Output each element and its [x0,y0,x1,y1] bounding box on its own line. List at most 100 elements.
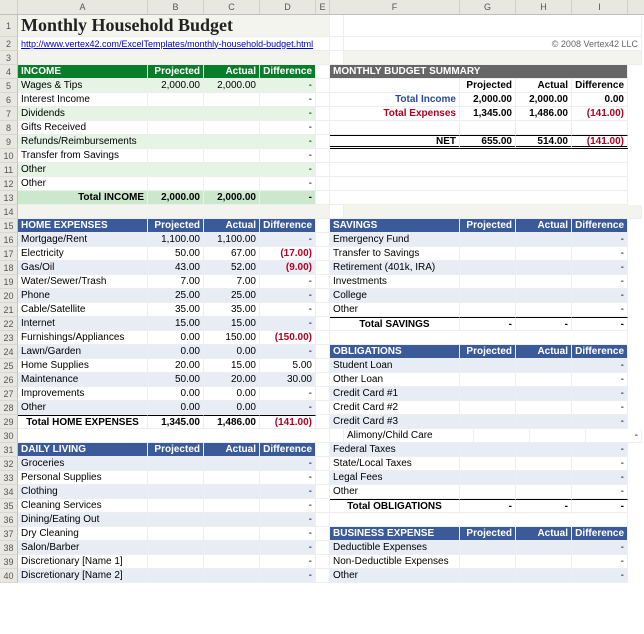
data-row-proj[interactable] [460,261,516,275]
data-row-act[interactable] [516,569,572,583]
data-row-label[interactable]: Discretionary [Name 1] [18,555,148,569]
data-row-proj[interactable] [460,233,516,247]
data-row-act[interactable] [204,485,260,499]
section-total-d[interactable]: (141.00) [260,415,316,429]
sum-net-a[interactable]: 514.00 [516,135,572,149]
data-row-label[interactable]: Other [330,569,460,583]
income-row-act[interactable]: 2,000.00 [204,79,260,93]
section-total-d[interactable]: - [572,317,628,331]
row-header[interactable]: 8 [0,121,18,135]
data-row-proj[interactable] [460,303,516,317]
row-header[interactable]: 13 [0,191,18,205]
data-row-act[interactable] [516,289,572,303]
data-row-proj[interactable]: 15.00 [148,317,204,331]
data-row-proj[interactable] [474,429,530,443]
income-row-diff[interactable]: - [260,121,316,135]
col-header-G[interactable]: G [460,0,516,14]
data-row-proj[interactable] [460,289,516,303]
data-row-label[interactable]: Clothing [18,485,148,499]
data-row-act[interactable]: 0.00 [204,387,260,401]
income-row-label[interactable]: Wages & Tips [18,79,148,93]
data-row-label[interactable]: Transfer to Savings [330,247,460,261]
data-row-act[interactable]: 15.00 [204,317,260,331]
data-row-diff[interactable]: - [572,387,628,401]
data-row-act[interactable]: 20.00 [204,373,260,387]
row-header[interactable]: 6 [0,93,18,107]
income-row-label[interactable]: Gifts Received [18,121,148,135]
income-row-act[interactable] [204,177,260,191]
row-header[interactable]: 3 [0,51,18,65]
data-row-proj[interactable] [460,457,516,471]
data-row-diff[interactable]: - [260,289,316,303]
data-row-proj[interactable] [148,527,204,541]
data-row-act[interactable] [516,387,572,401]
data-row-diff[interactable]: - [260,401,316,415]
income-row-diff[interactable]: - [260,135,316,149]
data-row-act[interactable]: 35.00 [204,303,260,317]
data-row-diff[interactable]: - [572,247,628,261]
income-row-proj[interactable] [148,121,204,135]
data-row-act[interactable]: 1,100.00 [204,233,260,247]
data-row-proj[interactable] [460,471,516,485]
data-row-act[interactable]: 150.00 [204,331,260,345]
data-row-proj[interactable] [460,443,516,457]
row-header[interactable]: 25 [0,359,18,373]
row-header[interactable]: 39 [0,555,18,569]
data-row-label[interactable]: Federal Taxes [330,443,460,457]
row-header[interactable]: 35 [0,499,18,513]
data-row-diff[interactable]: - [572,555,628,569]
row-header[interactable]: 26 [0,373,18,387]
data-row-proj[interactable] [460,415,516,429]
data-row-act[interactable] [204,527,260,541]
data-row-act[interactable] [516,443,572,457]
data-row-diff[interactable]: - [260,527,316,541]
data-row-proj[interactable]: 50.00 [148,373,204,387]
data-row-proj[interactable]: 35.00 [148,303,204,317]
data-row-label[interactable]: Personal Supplies [18,471,148,485]
data-row-diff[interactable]: (9.00) [260,261,316,275]
income-row-proj[interactable]: 2,000.00 [148,79,204,93]
income-row-label[interactable]: Other [18,163,148,177]
sum-exp-d[interactable]: (141.00) [572,107,628,121]
data-row-label[interactable]: Internet [18,317,148,331]
data-row-diff[interactable]: - [260,303,316,317]
row-header[interactable]: 14 [0,205,18,219]
data-row-label[interactable]: Lawn/Garden [18,345,148,359]
data-row-diff[interactable]: - [572,443,628,457]
sum-net-p[interactable]: 655.00 [460,135,516,149]
data-row-diff[interactable]: - [260,345,316,359]
data-row-act[interactable]: 0.00 [204,345,260,359]
row-header[interactable]: 10 [0,149,18,163]
row-header[interactable]: 17 [0,247,18,261]
data-row-label[interactable]: Discretionary [Name 2] [18,569,148,583]
data-row-act[interactable] [516,303,572,317]
row-header[interactable]: 22 [0,317,18,331]
row-header[interactable]: 21 [0,303,18,317]
data-row-proj[interactable] [460,555,516,569]
data-row-proj[interactable] [148,485,204,499]
section-total-d[interactable]: - [572,499,628,513]
data-row-label[interactable]: College [330,289,460,303]
row-header[interactable]: 20 [0,289,18,303]
income-row-diff[interactable]: - [260,149,316,163]
data-row-diff[interactable]: - [260,555,316,569]
data-row-label[interactable]: Deductible Expenses [330,541,460,555]
data-row-act[interactable] [516,541,572,555]
row-header[interactable]: 24 [0,345,18,359]
source-link[interactable]: http://www.vertex42.com/ExcelTemplates/m… [18,37,330,51]
data-row-label[interactable]: Investments [330,275,460,289]
income-total-p[interactable]: 2,000.00 [148,191,204,205]
data-row-diff[interactable]: - [572,373,628,387]
data-row-label[interactable]: State/Local Taxes [330,457,460,471]
data-row-label[interactable]: Dining/Eating Out [18,513,148,527]
data-row-act[interactable]: 67.00 [204,247,260,261]
section-total-p[interactable]: - [460,317,516,331]
data-row-diff[interactable]: - [260,457,316,471]
data-row-label[interactable]: Cleaning Services [18,499,148,513]
sum-exp-p[interactable]: 1,345.00 [460,107,516,121]
income-row-diff[interactable]: - [260,107,316,121]
data-row-act[interactable]: 52.00 [204,261,260,275]
income-total-d[interactable]: - [260,191,316,205]
data-row-label[interactable]: Other [330,485,460,499]
data-row-act[interactable]: 25.00 [204,289,260,303]
